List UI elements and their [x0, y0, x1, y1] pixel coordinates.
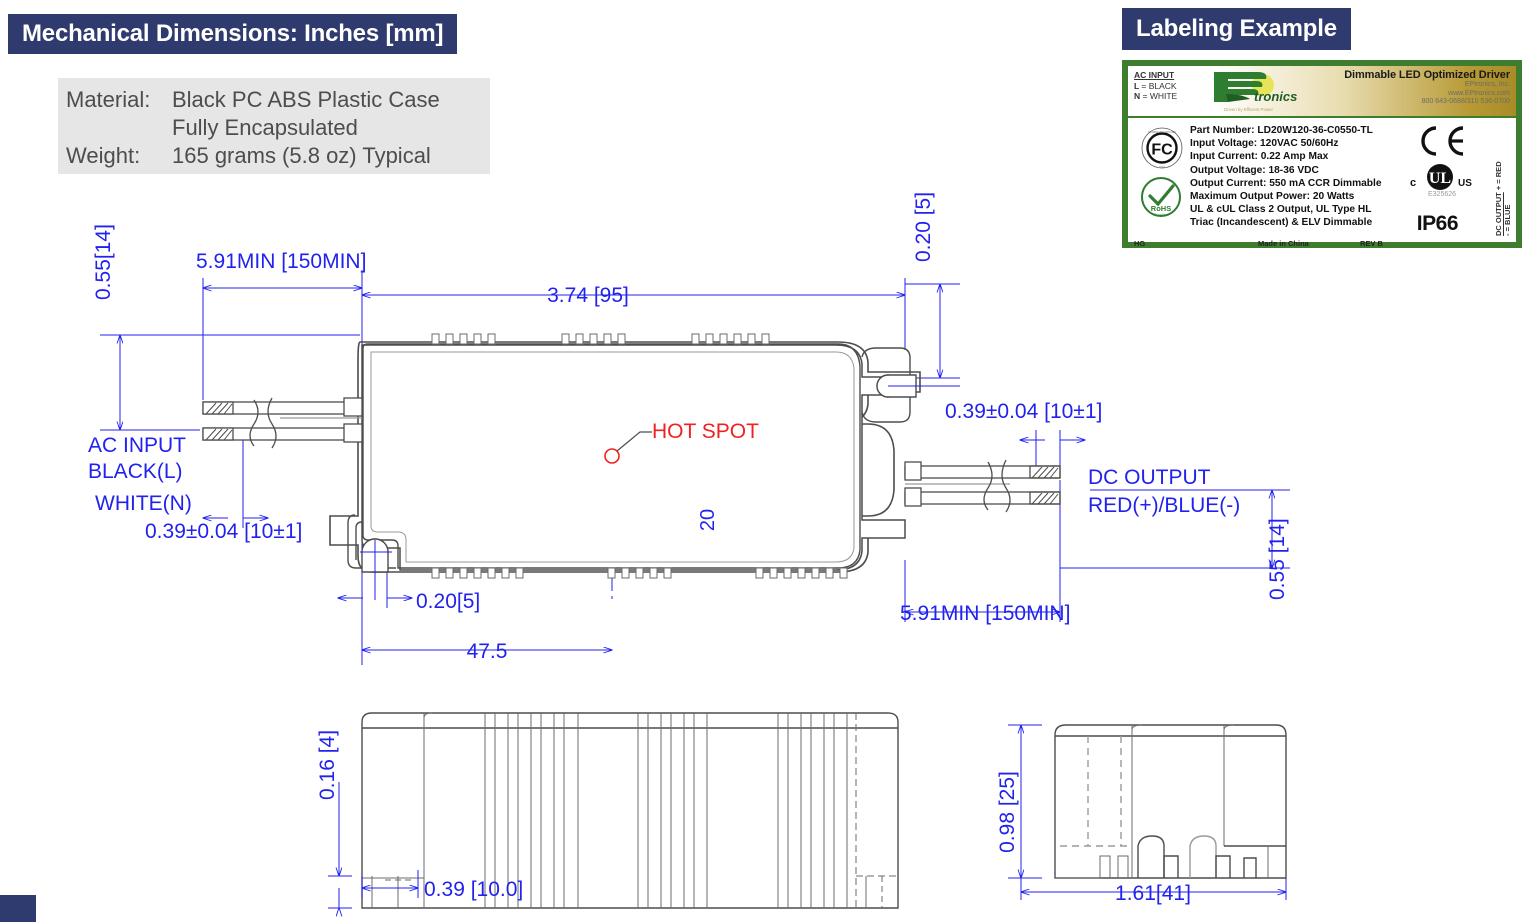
dim-tab-right-top: 0.20 [5]	[912, 192, 935, 262]
ce-mark-icon	[1421, 126, 1464, 156]
spec-input-voltage: Input Voltage: 120VAC 50/60Hz	[1190, 138, 1339, 150]
side-view-dimensions	[328, 782, 419, 908]
rohs-certification-icon: RoHS Compliant	[1141, 177, 1181, 217]
label-ac-input-line3: WHITE(N)	[95, 492, 192, 515]
weight-label: Weight:	[66, 143, 141, 168]
top-view-outline	[329, 341, 921, 573]
label-phone: 800 643-0688/310 536-0700	[1421, 98, 1510, 105]
dim-wire-dia-left: 0.39±0.04 [10±1]	[145, 520, 302, 543]
hot-spot-circle-icon	[604, 448, 620, 464]
hot-spot-marker	[604, 431, 652, 464]
dim-height-right: 0.55 [14]	[1266, 518, 1289, 600]
spec-output-voltage: Output Voltage: 18-36 VDC	[1190, 164, 1319, 176]
top-view-fins-upper	[431, 333, 770, 345]
ac-wire-conductor-hatch	[205, 402, 233, 441]
label-dc-output-line1: DC OUTPUT	[1088, 466, 1211, 489]
label-headline: Dimmable LED Optimized Driver	[1344, 69, 1510, 81]
dim-wire-dia-right: 0.39±0.04 [10±1]	[945, 400, 1102, 423]
svg-text:Driven by Efficient Power: Driven by Efficient Power	[1224, 107, 1274, 112]
label-dc-output-minus: - = BLUE	[1503, 204, 1512, 236]
dim-flange-width: 0.39 [10.0]	[424, 878, 523, 901]
product-label-body: FC COMMUNICATIONS USA RoHS Compliant Par…	[1128, 118, 1516, 248]
dim-height-left: 0.55[14]	[92, 224, 115, 300]
label-website: www.EPtronics.com	[1448, 89, 1510, 97]
svg-text:COMMUNICATIONS: COMMUNICATIONS	[1148, 130, 1176, 134]
end-view-outline	[1054, 724, 1287, 879]
page-corner-mark	[0, 895, 36, 922]
svg-text:UL: UL	[1429, 170, 1451, 187]
product-label-header: AC INPUT L = BLACK N = WHITE tronics Dri…	[1128, 66, 1516, 118]
top-view-fins-lower	[431, 567, 848, 579]
label-ac-input-block: AC INPUT L = BLACK N = WHITE	[1134, 70, 1177, 102]
spec-part-number: Part Number: LD20W120-36-C0550-TL	[1190, 125, 1373, 136]
mechanical-dimensions-title: Mechanical Dimensions: Inches [mm]	[22, 20, 444, 47]
svg-text:Compliant: Compliant	[1154, 213, 1168, 217]
label-spec-list: Part Number: LD20W120-36-C0550-TL Input …	[1190, 124, 1382, 230]
dc-output-wires	[904, 459, 1061, 513]
svg-text:USA: USA	[1159, 165, 1165, 169]
fc-certification-icon: FC COMMUNICATIONS USA	[1141, 127, 1183, 169]
top-view-detail	[347, 343, 960, 600]
dim-flange-height: 0.16 [4]	[316, 730, 339, 800]
label-company: EPtronics, Inc.	[1464, 81, 1510, 88]
dim-body-length: 3.74 [95]	[547, 284, 629, 307]
material-note-box: Material: Black PC ABS Plastic Case Full…	[58, 78, 490, 174]
spec-ul-class: UL & cUL Class 2 Output, UL Type HL	[1190, 204, 1372, 216]
labeling-example-title: Labeling Example	[1136, 15, 1337, 42]
label-ac-input-l: L = BLACK	[1134, 80, 1177, 91]
side-view-outline	[361, 712, 899, 909]
svg-text:E325626: E325626	[1428, 191, 1456, 198]
labeling-example-banner: Labeling Example	[1122, 8, 1351, 50]
hot-spot-label: HOT SPOT	[652, 420, 759, 443]
spec-output-current: Output Current: 550 mA CCR Dimmable	[1190, 177, 1382, 189]
dim-end-height: 0.98 [25]	[996, 771, 1019, 853]
label-ac-input-heading: AC INPUT	[1134, 70, 1175, 80]
dim-hotspot-offset: 20	[697, 509, 719, 531]
spec-input-current: Input Current: 0.22 Amp Max	[1190, 151, 1329, 163]
spec-max-power: Maximum Output Power: 20 Watts	[1190, 191, 1355, 203]
mechanical-dimensions-banner: Mechanical Dimensions: Inches [mm]	[8, 14, 458, 54]
label-header-right: Dimmable LED Optimized Driver EPtronics,…	[1344, 69, 1510, 107]
label-dc-output-heading: DC OUTPUT	[1494, 192, 1503, 236]
dim-end-width: 1.61[41]	[1115, 882, 1191, 905]
dim-wire-left: 5.91MIN [150MIN]	[196, 250, 366, 273]
label-dc-output-line2: RED(+)/BLUE(-)	[1088, 494, 1240, 517]
svg-text:tronics: tronics	[1254, 89, 1297, 104]
material-spacer	[66, 114, 172, 142]
label-footer-origin: Made in China	[1258, 239, 1309, 248]
dimension-text-group: 0.55[14] 5.91MIN [150MIN] 3.74 [95] 0.20…	[88, 192, 1289, 905]
material-value-line1: Black PC ABS Plastic Case	[172, 87, 440, 112]
spec-dimming: Triac (Incandescent) & ELV Dimmable	[1190, 217, 1373, 229]
product-label-inner: AC INPUT L = BLACK N = WHITE tronics Dri…	[1128, 66, 1516, 248]
label-footer-hg: HG	[1134, 239, 1146, 248]
eptronics-logo-icon: tronics Driven by Efficient Power	[1214, 72, 1297, 112]
ac-input-wires	[202, 397, 363, 449]
ul-listed-icon: c UL US E325626	[1410, 164, 1472, 198]
dim-tab-left-bottom: 0.20[5]	[416, 590, 480, 613]
side-view-fins	[371, 713, 898, 908]
label-footer-rev: REV B	[1360, 239, 1383, 248]
ingress-protection-rating: IP66	[1416, 212, 1459, 235]
dc-wire-conductor-hatch	[1029, 465, 1061, 505]
dim-body-inner: 47.5	[467, 640, 508, 663]
dim-wire-right: 5.91MIN [150MIN]	[900, 602, 1070, 625]
label-dc-output-plus: + = RED	[1494, 161, 1503, 191]
product-label-image: AC INPUT L = BLACK N = WHITE tronics Dri…	[1122, 60, 1522, 248]
material-label: Material:	[66, 87, 151, 112]
svg-text:c: c	[1410, 177, 1416, 189]
top-view-body	[361, 344, 906, 571]
label-ac-input-n: N = WHITE	[1134, 91, 1178, 101]
label-dc-output-block: DC OUTPUT + = RED - = BLUE	[1494, 158, 1512, 236]
label-ac-input-line1: AC INPUT	[88, 434, 186, 457]
svg-text:FC: FC	[1151, 142, 1173, 159]
label-ac-input-line2: BLACK(L)	[88, 460, 183, 483]
dimension-lines-top-view	[100, 270, 1290, 665]
weight-value: 165 grams (5.8 oz) Typical	[172, 143, 431, 168]
svg-text:US: US	[1458, 178, 1472, 189]
material-value-line2: Fully Encapsulated	[172, 115, 358, 140]
hot-spot-leader-line	[616, 431, 652, 452]
end-view-dimensions	[1008, 724, 1287, 900]
